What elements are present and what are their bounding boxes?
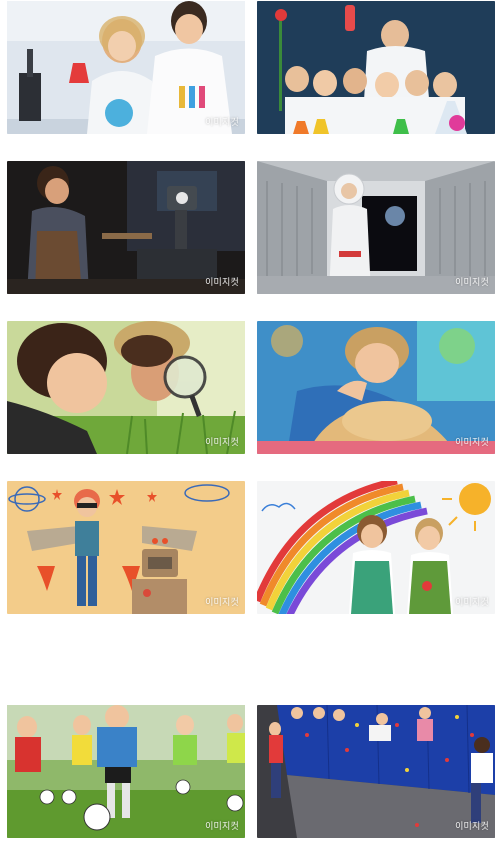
gallery-image-rainbow-painting[interactable]: 이미지컷 [257,481,495,614]
gallery-image-kids-soccer[interactable]: 이미지컷 [7,705,245,838]
scientist-kids-photo [257,1,495,134]
watermark-label: 이미지컷 [455,822,489,832]
watermark-label: 이미지컷 [455,598,489,608]
watermark-label: 이미지컷 [205,278,239,288]
watermark-label: 이미지컷 [455,438,489,448]
gallery-image-scientist-kids[interactable] [257,1,495,134]
watermark-label: 이미지컷 [205,438,239,448]
watermark-label: 이미지컷 [455,278,489,288]
watermark-label: 이미지컷 [205,598,239,608]
watermark-label: 이미지컷 [205,118,239,128]
gallery-image-chemistry-kids[interactable]: 이미지컷 [7,1,245,134]
gallery-image-climbing-wall[interactable]: 이미지컷 [257,705,495,838]
gallery-image-robot-workshop[interactable]: 이미지컷 [7,161,245,294]
gallery-image-child-astronaut[interactable]: 이미지컷 [257,161,495,294]
gallery-image-magnifying-glass[interactable]: 이미지컷 [7,321,245,454]
gallery-image-kinetic-sand[interactable]: 이미지컷 [257,321,495,454]
watermark-label: 이미지컷 [205,822,239,832]
gallery-image-wings-robot[interactable]: 이미지컷 [7,481,245,614]
